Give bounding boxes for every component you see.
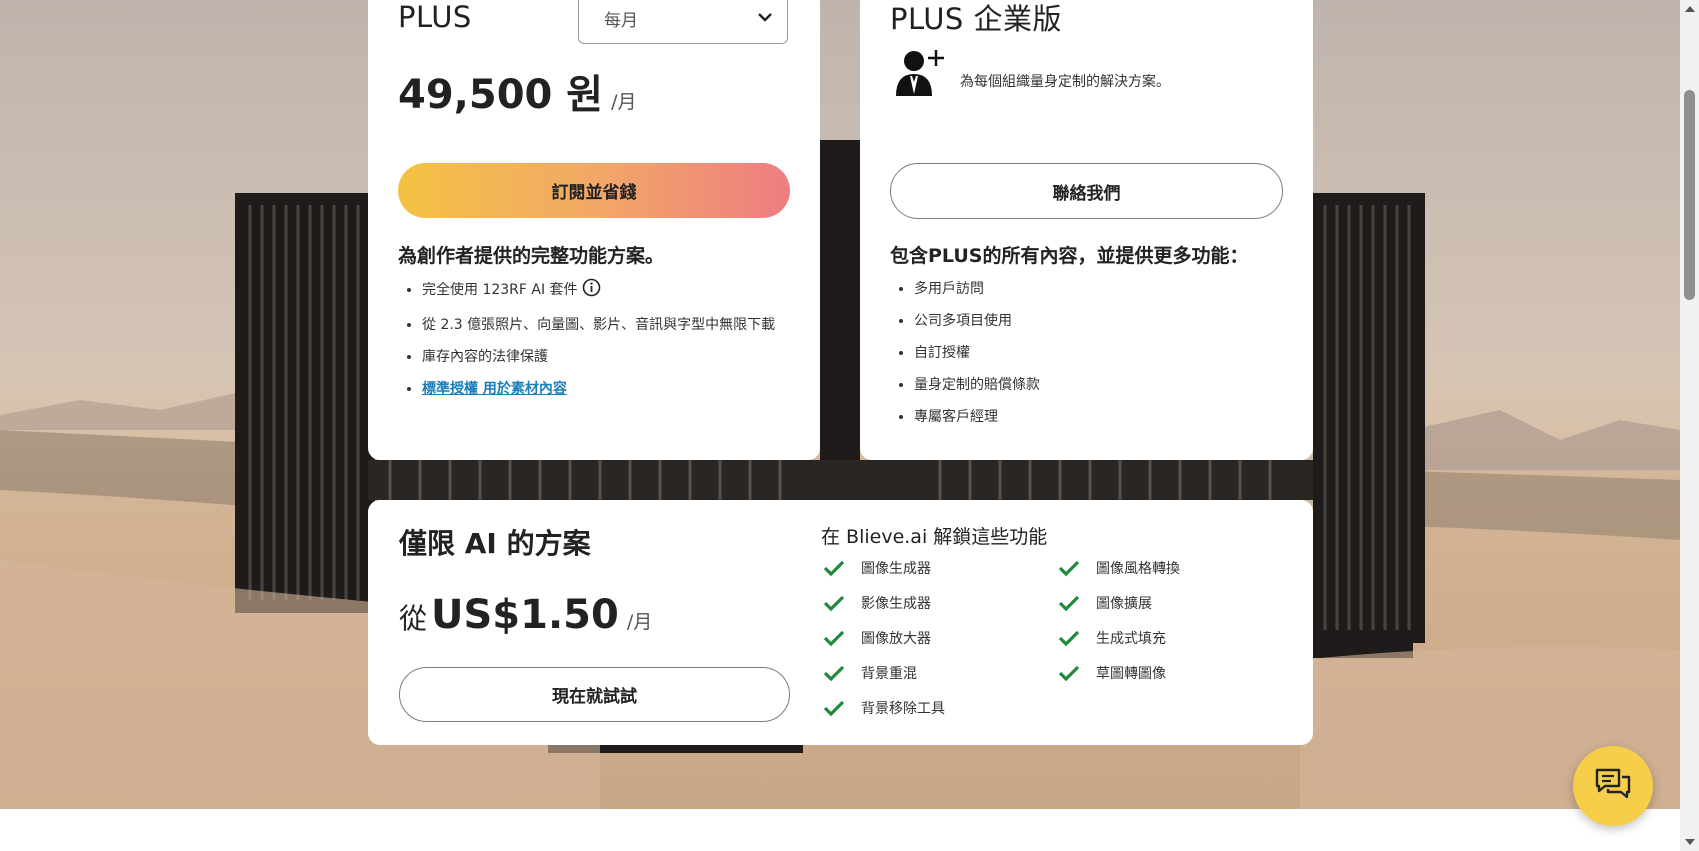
check-icon — [1058, 560, 1080, 577]
page-footer-area — [0, 809, 1680, 851]
standard-license-link[interactable]: 標準授權 用於素材內容 — [422, 381, 567, 397]
price-prefix: 從 — [399, 602, 428, 635]
plan-price: 從 US$1.50/月 — [399, 592, 652, 638]
feature-text: 生成式填充 — [1096, 631, 1166, 647]
page-scrollbar[interactable] — [1680, 0, 1699, 851]
feature-list: 多用戶訪問 公司多項目使用 自訂授權 量身定制的賠償條款 專屬客戶經理 — [890, 278, 1304, 438]
list-item: 標準授權 用於素材內容 — [422, 378, 812, 400]
list-item: 專屬客戶經理 — [914, 406, 1304, 428]
list-item: 從 2.3 億張照片、向量圖、影片、音訊與字型中無限下載 — [422, 314, 812, 336]
check-icon — [823, 595, 845, 612]
enterprise-plan-card: PLUS 企業版 為每個組織量身定制的解決方案。 聯絡我們 包含PLUS的所有內… — [860, 0, 1313, 460]
price-amount: US$1.50 — [431, 592, 619, 638]
plan-title: PLUS — [398, 0, 472, 34]
list-item: 背景移除工具 — [823, 698, 945, 718]
list-item: 生成式填充 — [1058, 628, 1166, 648]
feature-text: 草圖轉圖像 — [1096, 666, 1166, 682]
billing-period-value: 每月 — [604, 11, 638, 31]
list-item: 量身定制的賠償條款 — [914, 374, 1304, 396]
chevron-down-icon — [757, 8, 773, 27]
check-icon — [823, 700, 845, 717]
chat-button[interactable] — [1573, 746, 1653, 826]
list-item: 多用戶訪問 — [914, 278, 1304, 300]
try-now-button[interactable]: 現在就試試 — [399, 667, 790, 722]
scroll-down-arrow-icon[interactable] — [1685, 839, 1695, 845]
check-icon — [1058, 630, 1080, 647]
contact-us-button[interactable]: 聯絡我們 — [890, 163, 1283, 219]
plan-title: PLUS 企業版 — [890, 2, 1063, 36]
list-item: 圖像風格轉換 — [1058, 558, 1180, 578]
feature-list: 完全使用 123RF AI 套件 從 2.3 億張照片、向量圖、影片、音訊與字型… — [398, 278, 812, 410]
feature-text: 完全使用 123RF AI 套件 — [422, 282, 578, 298]
enterprise-tagline: 為每個組織量身定制的解決方案。 — [960, 74, 1170, 90]
list-item: 圖像生成器 — [823, 558, 931, 578]
list-item: 公司多項目使用 — [914, 310, 1304, 332]
subscribe-button[interactable]: 訂閱並省錢 — [398, 163, 790, 218]
list-item: 自訂授權 — [914, 342, 1304, 364]
feature-text: 圖像放大器 — [861, 631, 931, 647]
list-item: 圖像放大器 — [823, 628, 931, 648]
check-icon — [1058, 595, 1080, 612]
feature-text: 圖像擴展 — [1096, 596, 1152, 612]
feature-text: 圖像生成器 — [861, 561, 931, 577]
scrollbar-thumb[interactable] — [1684, 90, 1695, 300]
price-amount: 49,500 원 — [398, 72, 604, 118]
check-icon — [823, 665, 845, 682]
info-icon[interactable] — [582, 278, 601, 304]
add-user-icon — [892, 46, 948, 106]
price-period: /月 — [611, 91, 637, 113]
list-item: 影像生成器 — [823, 593, 931, 613]
chat-bubbles-icon — [1594, 767, 1632, 805]
scroll-up-arrow-icon[interactable] — [1685, 6, 1695, 12]
feature-text: 背景移除工具 — [861, 701, 945, 717]
list-item: 完全使用 123RF AI 套件 — [422, 278, 812, 304]
billing-period-select[interactable]: 每月 — [578, 0, 788, 44]
check-icon — [823, 560, 845, 577]
unlock-features-title: 在 Blieve.ai 解鎖這些功能 — [821, 526, 1048, 548]
plus-plan-card: PLUS 每月 49,500 원/月 訂閱並省錢 為創作者提供的完整功能方案。 … — [368, 0, 820, 460]
list-item: 庫存內容的法律保護 — [422, 346, 812, 368]
plan-price: 49,500 원/月 — [398, 62, 637, 120]
plan-description: 包含PLUS的所有內容，並提供更多功能： — [890, 245, 1249, 267]
list-item: 草圖轉圖像 — [1058, 663, 1166, 683]
check-icon — [823, 630, 845, 647]
ai-only-plan-card: 僅限 AI 的方案 從 US$1.50/月 現在就試試 在 Blieve.ai 解… — [368, 500, 1313, 745]
feature-text: 圖像風格轉換 — [1096, 561, 1180, 577]
check-icon — [1058, 665, 1080, 682]
feature-text: 影像生成器 — [861, 596, 931, 612]
feature-text: 背景重混 — [861, 666, 917, 682]
plan-description: 為創作者提供的完整功能方案。 — [398, 245, 665, 267]
list-item: 圖像擴展 — [1058, 593, 1152, 613]
plan-title: 僅限 AI 的方案 — [399, 527, 591, 560]
price-period: /月 — [626, 611, 653, 633]
list-item: 背景重混 — [823, 663, 917, 683]
